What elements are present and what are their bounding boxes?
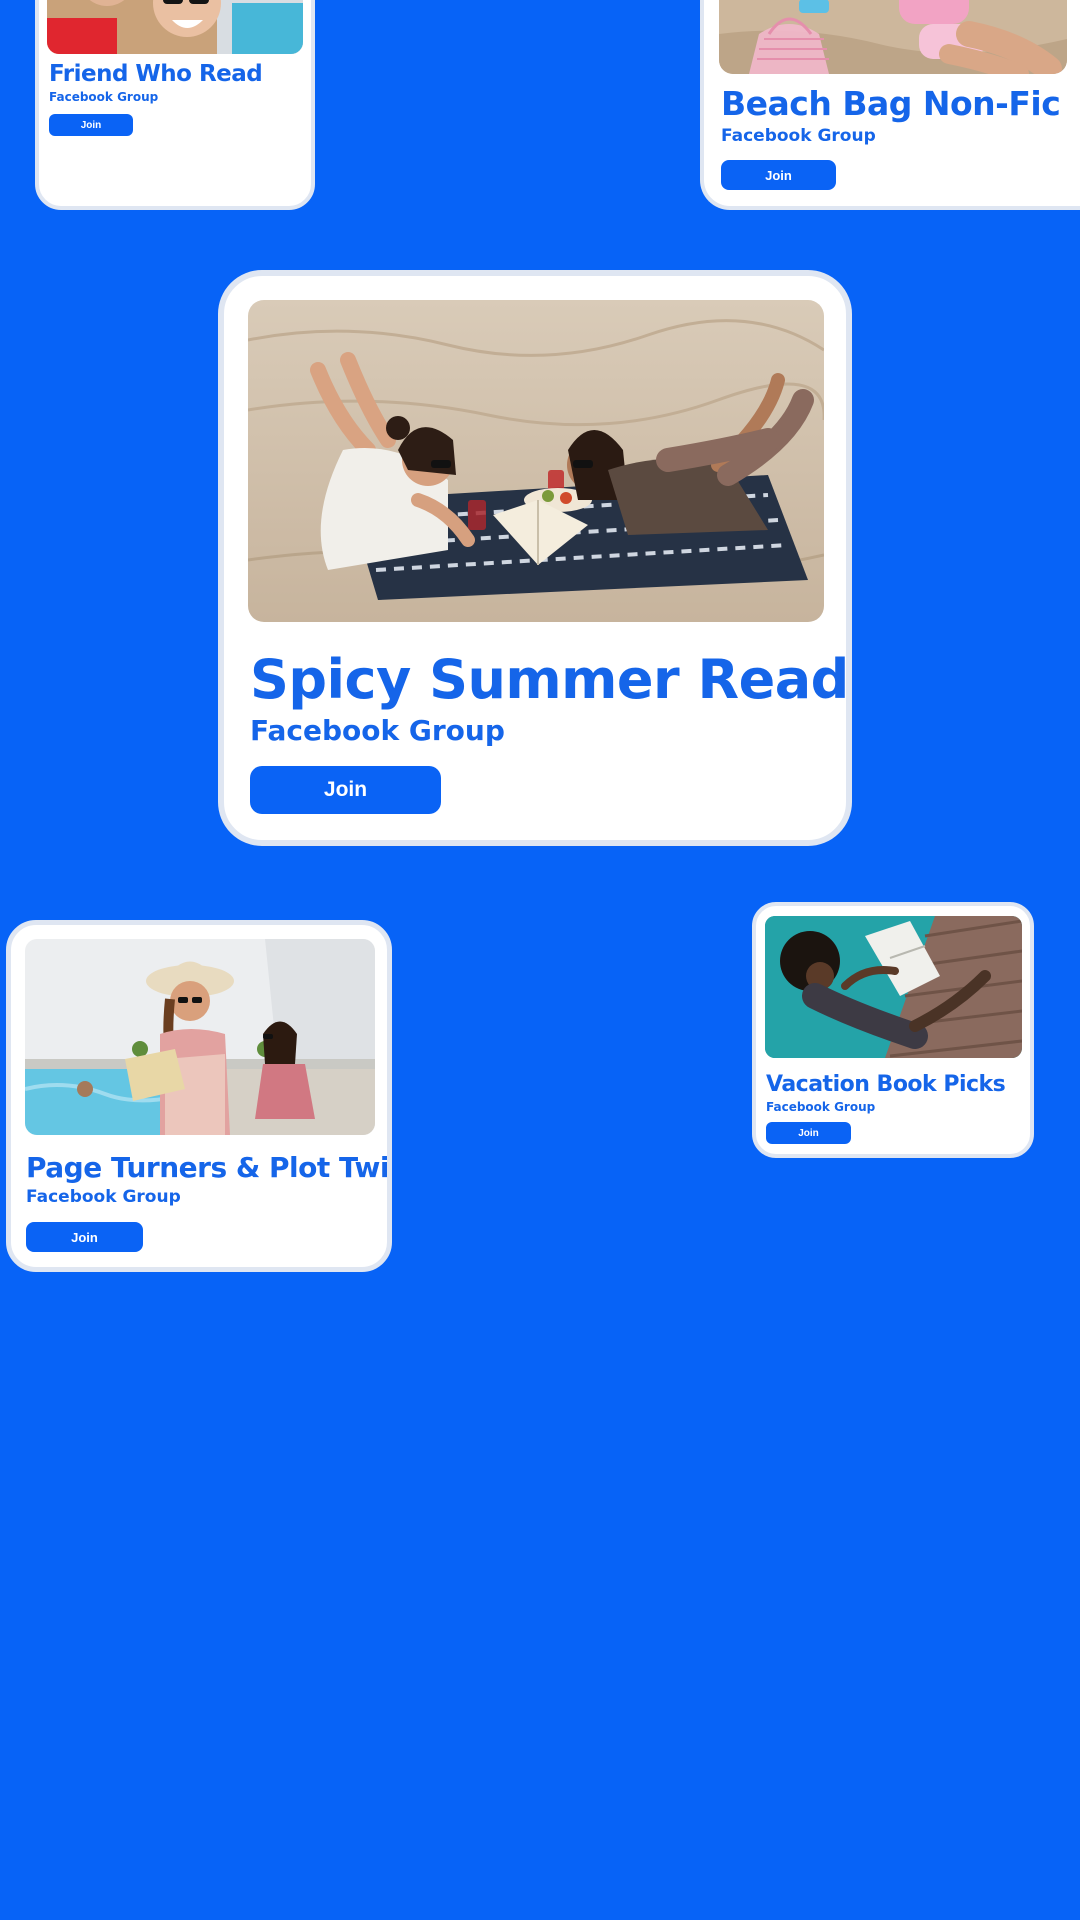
group-type-label: Facebook Group	[26, 1187, 181, 1207]
group-type-label: Facebook Group	[766, 1100, 876, 1114]
group-photo	[248, 300, 824, 622]
join-button[interactable]: Join	[721, 160, 836, 190]
join-button[interactable]: Join	[26, 1222, 143, 1252]
group-card-spicy-summer-reads[interactable]: Spicy Summer Reads Facebook Group Join	[218, 270, 852, 846]
group-card-vacation-book-picks[interactable]: Vacation Book Picks Facebook Group Join	[752, 902, 1034, 1158]
group-photo	[47, 0, 303, 54]
group-title: Friend Who Read	[49, 61, 263, 87]
join-button[interactable]: Join	[49, 114, 133, 136]
group-type-label: Facebook Group	[49, 90, 159, 104]
group-title: Vacation Book Picks	[766, 1072, 1006, 1097]
group-card-page-turners-plot-twists[interactable]: Page Turners & Plot Twists Facebook Grou…	[6, 920, 392, 1272]
group-photo	[719, 0, 1067, 74]
join-button[interactable]: Join	[250, 766, 441, 814]
group-type-label: Facebook Group	[250, 714, 505, 747]
group-photo	[25, 939, 375, 1135]
group-card-friend-who-read[interactable]: Friend Who Read Facebook Group Join	[35, 0, 315, 210]
join-button[interactable]: Join	[766, 1122, 851, 1144]
group-photo	[765, 916, 1022, 1058]
group-title: Beach Bag Non-Fic	[721, 84, 1061, 123]
group-title: Spicy Summer Reads	[250, 648, 852, 711]
group-title: Page Turners & Plot Twists	[26, 1151, 389, 1184]
group-card-beach-bag-non-fic[interactable]: Beach Bag Non-Fic Facebook Group Join	[700, 0, 1080, 210]
group-type-label: Facebook Group	[721, 126, 876, 146]
